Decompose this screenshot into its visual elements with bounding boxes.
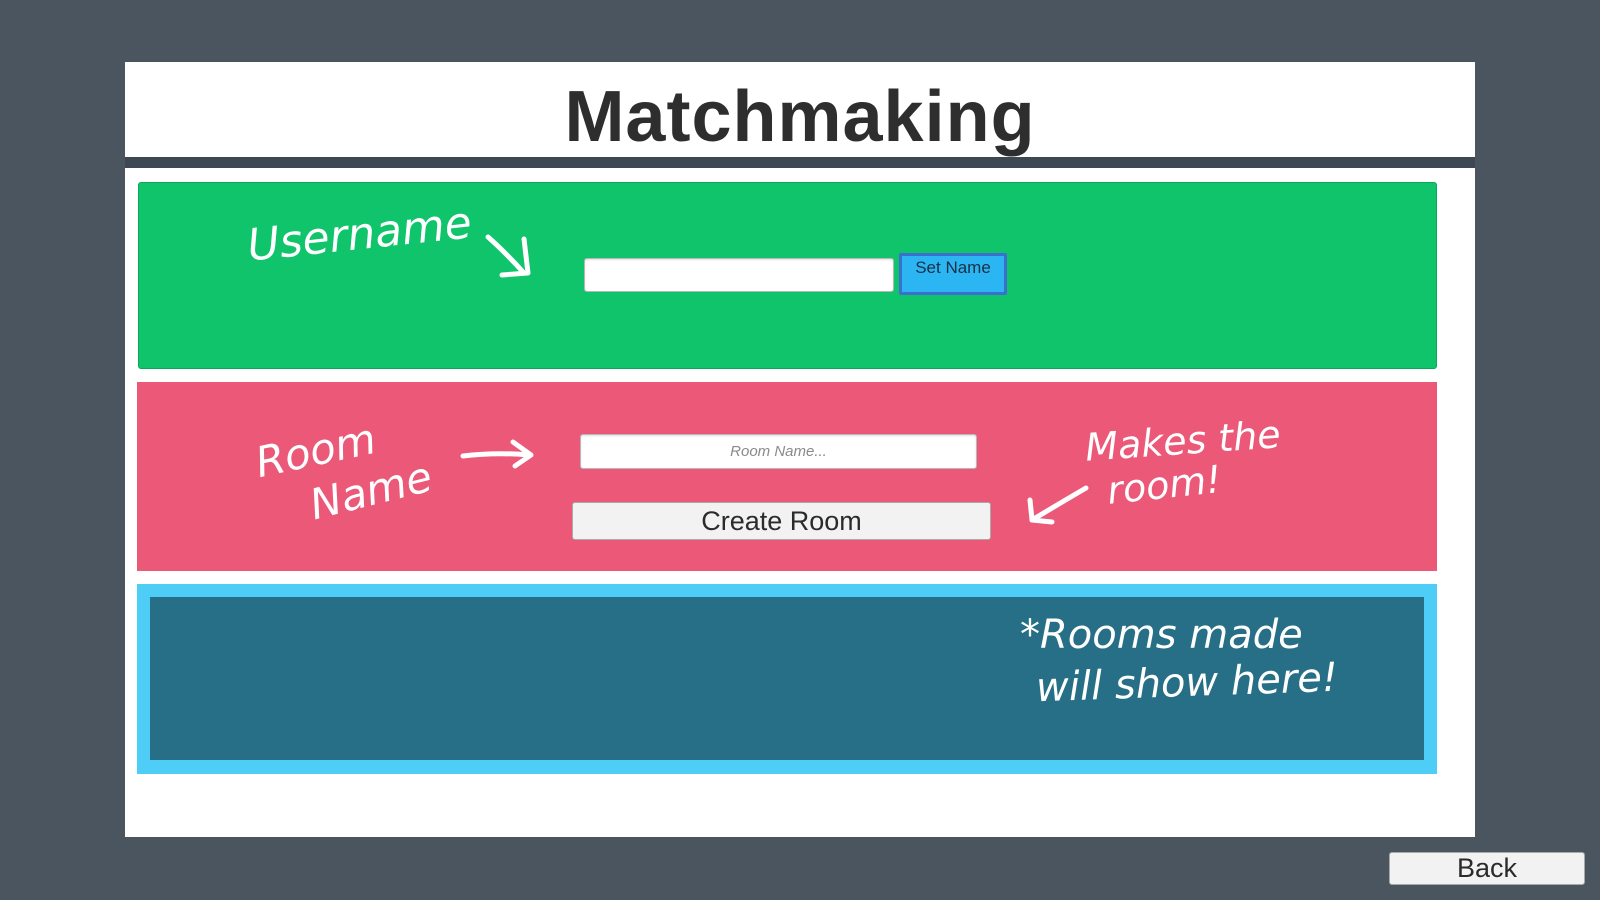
title-bar: Matchmaking bbox=[125, 62, 1475, 157]
create-hint-line2: room! bbox=[1105, 457, 1224, 513]
arrow-right-icon bbox=[460, 439, 534, 469]
matchmaking-panel: Matchmaking Username Set Name Room Name … bbox=[125, 62, 1475, 837]
username-section: Username Set Name bbox=[138, 182, 1437, 369]
room-name-input[interactable] bbox=[580, 434, 977, 469]
room-section: Room Name Create Room Makes the room! bbox=[137, 382, 1437, 571]
rooms-list[interactable]: *Rooms made will show here! bbox=[150, 597, 1424, 760]
screen: Matchmaking Username Set Name Room Name … bbox=[0, 0, 1600, 900]
username-input[interactable] bbox=[584, 258, 894, 292]
rooms-list-frame: *Rooms made will show here! bbox=[137, 584, 1437, 774]
set-name-button[interactable]: Set Name bbox=[899, 253, 1007, 295]
title-divider bbox=[125, 157, 1475, 168]
create-hint-line1: Makes the bbox=[1083, 412, 1282, 470]
arrow-left-icon bbox=[1027, 485, 1089, 525]
rooms-list-note-line1: *Rooms made bbox=[1020, 612, 1303, 658]
arrow-right-icon bbox=[485, 234, 531, 278]
back-button[interactable]: Back bbox=[1389, 852, 1585, 885]
page-title: Matchmaking bbox=[564, 76, 1036, 157]
create-room-button[interactable]: Create Room bbox=[572, 502, 991, 540]
username-annotation: Username bbox=[244, 197, 475, 272]
rooms-list-note-line2: will show here! bbox=[1035, 654, 1339, 712]
